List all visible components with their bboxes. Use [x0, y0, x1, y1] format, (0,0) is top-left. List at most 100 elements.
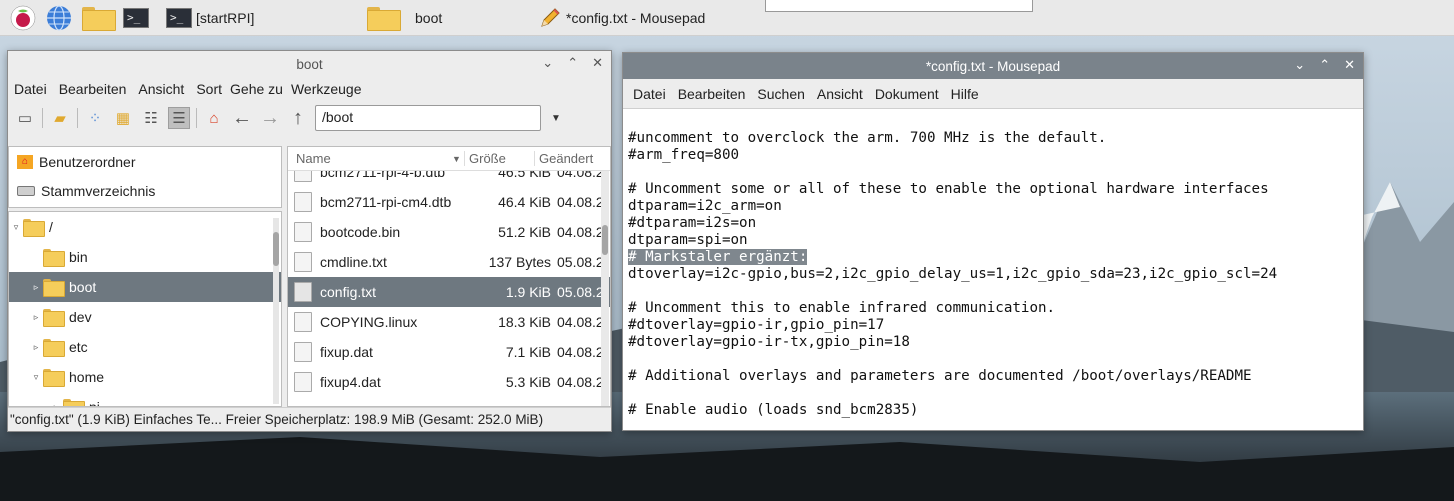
folder-icon	[43, 249, 65, 267]
tree-item-etc[interactable]: ▹ etc	[9, 332, 281, 362]
menu-dokument[interactable]: Dokument	[869, 86, 945, 102]
file-size: 5.3 KiB	[505, 374, 551, 390]
path-dropdown-icon[interactable]: ▼	[551, 113, 561, 124]
menu-ansicht[interactable]: Ansicht	[811, 86, 869, 102]
place-stammverzeichnis[interactable]: Stammverzeichnis	[9, 176, 281, 205]
file-name: COPYING.linux	[320, 314, 418, 330]
taskbar-popup	[765, 0, 1033, 12]
sort-down-icon[interactable]: ▼	[452, 154, 464, 164]
expander-icon[interactable]: ▹	[29, 342, 43, 353]
file-row-selected[interactable]: config.txt 1.9 KiB 05.08.2	[288, 277, 610, 307]
expander-icon[interactable]: ▿	[29, 372, 43, 383]
thumbnail-view-icon[interactable]: ▦	[112, 107, 134, 129]
taskbar-task-mousepad[interactable]: *config.txt - Mousepad	[538, 4, 705, 32]
home-folder-icon	[63, 399, 85, 406]
column-header-name[interactable]: Name	[288, 151, 452, 166]
tree-item-home[interactable]: ▿ home	[9, 362, 281, 392]
file-list: Name ▼ Größe Geändert bcm2711-rpi-4-b.dt…	[287, 146, 611, 407]
place-label: Benutzerordner	[39, 153, 136, 170]
tree-item-root[interactable]: ▿ /	[9, 212, 281, 242]
expander-icon[interactable]: ▹	[29, 312, 43, 323]
folder-icon	[43, 279, 65, 297]
file-row[interactable]: bootcode.bin 51.2 KiB 04.08.2	[288, 217, 610, 247]
file-rows: bcm2711-rpi-4-b.dtb 46.5 KiB 04.08.2 bcm…	[288, 157, 610, 397]
back-arrow-icon[interactable]: ←	[231, 107, 253, 129]
file-manager-toolbar: ▭ ▰ ⁘ ▦ ☷ ☰ ⌂ ← → ↑ /boot ▼	[8, 101, 611, 135]
selected-text: # Markstaler ergänzt:	[628, 249, 808, 265]
editor-line: # Markstaler ergänzt:	[628, 249, 1363, 266]
file-name: fixup.dat	[320, 344, 373, 360]
place-benutzerordner[interactable]: ⌂ Benutzerordner	[9, 147, 281, 176]
minimize-icon[interactable]: ⌄	[1294, 57, 1305, 73]
menu-datei[interactable]: Datei	[8, 81, 53, 97]
maximize-icon[interactable]: ⌃	[1319, 57, 1330, 73]
expander-icon[interactable]: ▹	[29, 282, 43, 293]
menu-sort[interactable]: Sort	[190, 81, 228, 97]
text-editor-area[interactable]: #uncomment to overclock the arm. 700 MHz…	[623, 110, 1363, 430]
taskbar-task-label: [startRPI]	[196, 10, 255, 26]
toolbar-separator	[42, 108, 43, 128]
file-date: 04.08.2	[557, 344, 601, 360]
menu-gehe-zu[interactable]: Gehe zu	[228, 81, 285, 97]
expander-icon[interactable]: ▿	[9, 222, 23, 233]
tree-item-pi[interactable]: ▹ pi	[9, 392, 281, 406]
file-row[interactable]: bcm2711-rpi-cm4.dtb 46.4 KiB 04.08.2	[288, 187, 610, 217]
tree-item-label: bin	[69, 249, 88, 265]
list-view-icon[interactable]: ☰	[168, 107, 190, 129]
tree-item-dev[interactable]: ▹ dev	[9, 302, 281, 332]
new-folder-icon[interactable]: ▰	[49, 107, 71, 129]
column-header-date[interactable]: Geändert	[534, 151, 594, 166]
menu-datei[interactable]: Datei	[627, 86, 672, 102]
new-window-icon[interactable]: ▭	[14, 107, 36, 129]
window-controls: ⌄ ⌃ ✕	[1294, 57, 1355, 73]
file-row[interactable]: COPYING.linux 18.3 KiB 04.08.2	[288, 307, 610, 337]
file-manager-icon[interactable]	[82, 7, 116, 31]
file-list-scrollbar[interactable]	[601, 147, 609, 406]
file-row[interactable]: cmdline.txt 137 Bytes 05.08.2	[288, 247, 610, 277]
web-browser-icon[interactable]	[46, 5, 72, 31]
taskbar-task-startrpi[interactable]: >_ [startRPI]	[166, 4, 254, 32]
file-icon	[294, 192, 312, 212]
menu-bearbeiten[interactable]: Bearbeiten	[672, 86, 752, 102]
menu-hilfe[interactable]: Hilfe	[945, 86, 985, 102]
file-manager-body: ⌂ Benutzerordner Stammverzeichnis ▿ / bi…	[8, 146, 611, 407]
text-file-icon	[294, 282, 312, 302]
file-row[interactable]: fixup4.dat 5.3 KiB 04.08.2	[288, 367, 610, 397]
up-arrow-icon[interactable]: ↑	[287, 107, 309, 129]
tree-scrollbar[interactable]	[273, 218, 279, 404]
menu-ansicht[interactable]: Ansicht	[132, 81, 190, 97]
maximize-icon[interactable]: ⌃	[567, 55, 578, 71]
file-manager-window: boot ⌄ ⌃ ✕ Datei Bearbeiten Ansicht Sort…	[7, 50, 612, 432]
taskbar-task-boot[interactable]: boot	[367, 4, 442, 32]
close-icon[interactable]: ✕	[592, 55, 603, 71]
file-date: 04.08.2	[557, 374, 601, 390]
column-header-size[interactable]: Größe	[464, 151, 534, 166]
minimize-icon[interactable]: ⌄	[542, 55, 553, 71]
tree-item-bin[interactable]: bin	[9, 242, 281, 272]
forward-arrow-icon[interactable]: →	[259, 107, 281, 129]
file-date: 04.08.2	[557, 194, 601, 210]
close-icon[interactable]: ✕	[1344, 57, 1355, 73]
icon-view-icon[interactable]: ⁘	[84, 107, 106, 129]
mousepad-titlebar[interactable]: *config.txt - Mousepad ⌄ ⌃ ✕	[623, 53, 1363, 79]
compact-view-icon[interactable]: ☷	[140, 107, 162, 129]
terminal-icon: >_	[166, 8, 192, 28]
file-row[interactable]: fixup.dat 7.1 KiB 04.08.2	[288, 337, 610, 367]
home-folder-icon: ⌂	[17, 154, 33, 169]
file-manager-menubar: Datei Bearbeiten Ansicht Sort Gehe zu We…	[8, 77, 611, 101]
terminal-icon[interactable]: >_	[123, 8, 149, 28]
file-manager-titlebar[interactable]: boot ⌄ ⌃ ✕	[8, 51, 611, 77]
menu-bearbeiten[interactable]: Bearbeiten	[53, 81, 133, 97]
tree-item-label: /	[49, 219, 53, 235]
mousepad-menubar: Datei Bearbeiten Suchen Ansicht Dokument…	[623, 79, 1363, 109]
raspberry-menu-icon[interactable]	[10, 5, 36, 31]
menu-werkzeuge[interactable]: Werkzeuge	[285, 81, 368, 97]
tree-item-boot[interactable]: ▹ boot	[9, 272, 281, 302]
file-name: fixup4.dat	[320, 374, 381, 390]
home-icon[interactable]: ⌂	[203, 107, 225, 129]
path-input[interactable]: /boot	[315, 105, 541, 131]
window-title: *config.txt - Mousepad	[925, 58, 1061, 74]
menu-suchen[interactable]: Suchen	[751, 86, 810, 102]
